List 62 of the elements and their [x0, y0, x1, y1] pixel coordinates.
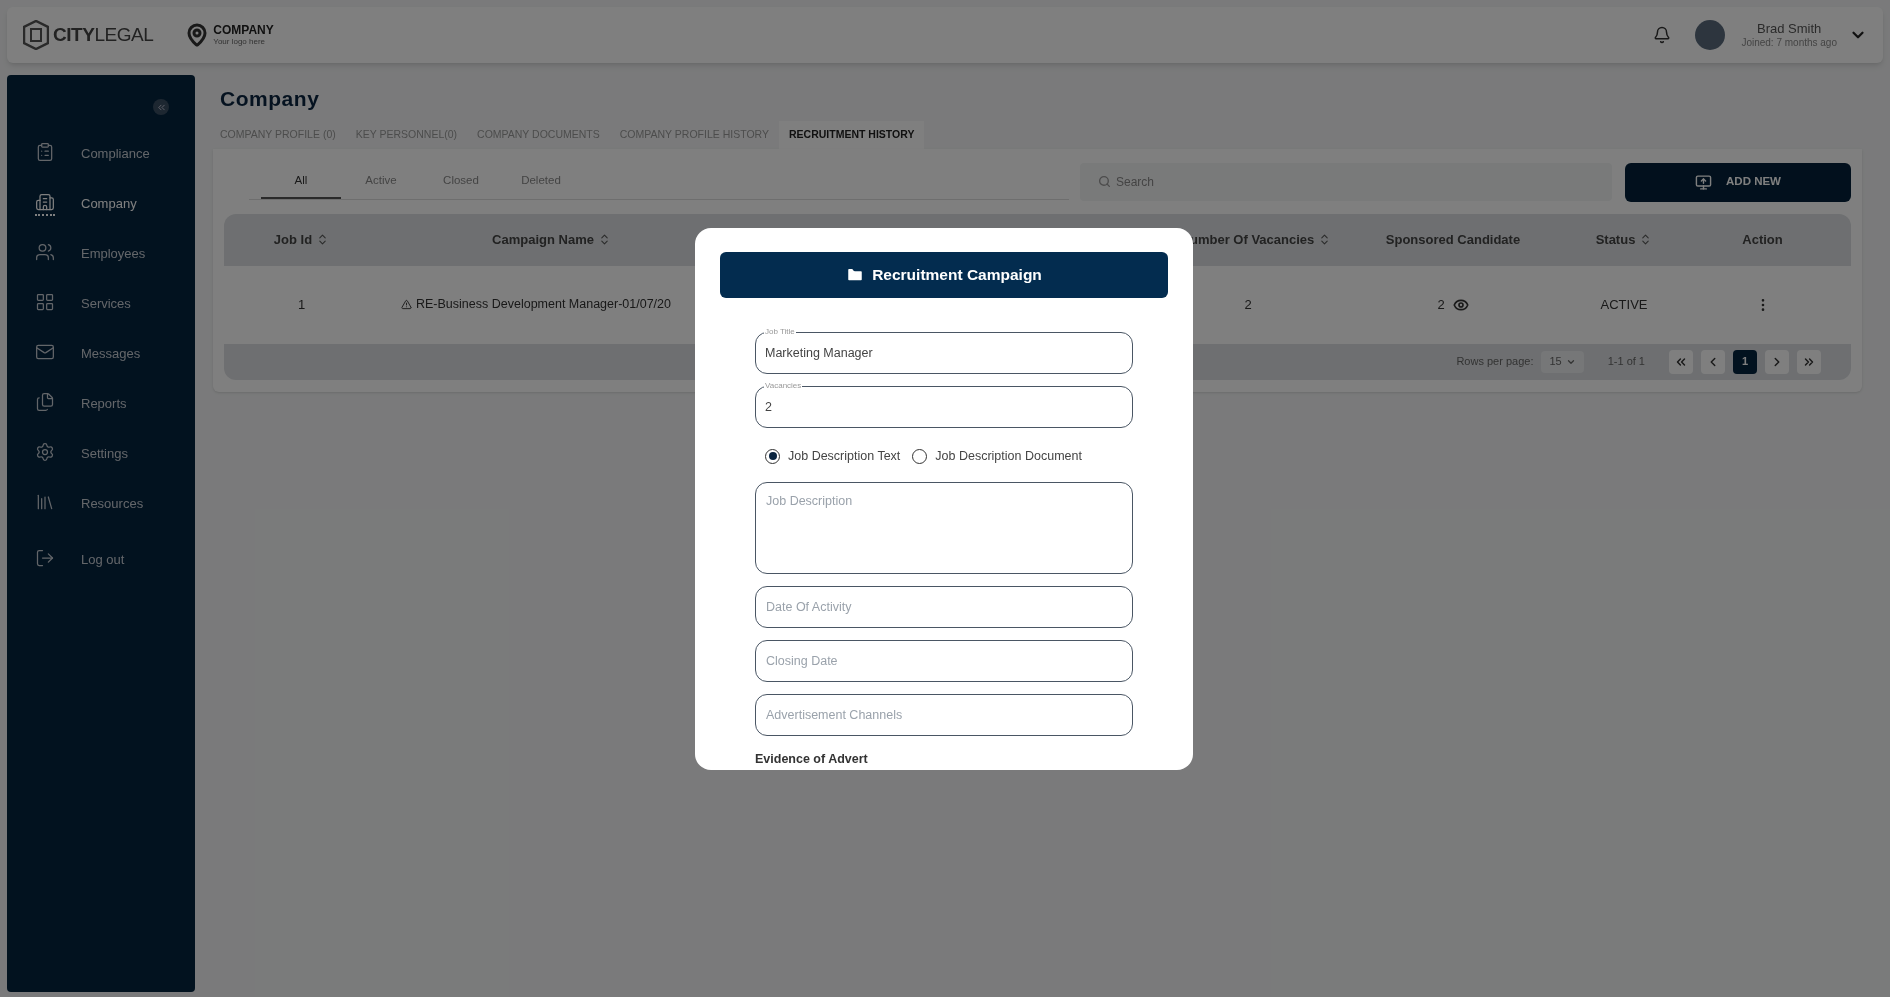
user-name: Brad Smith [1757, 20, 1822, 37]
monitor-icon [1695, 173, 1712, 191]
sidebar-item[interactable]: Messages [7, 329, 195, 379]
first-page-button[interactable] [1669, 349, 1693, 374]
files-icon [35, 392, 55, 412]
job-id-cell-text: 1 [297, 295, 306, 314]
dialog-title: Recruitment Campaign [872, 265, 1042, 286]
sidebar-item[interactable]: Compliance [7, 129, 195, 179]
filter-tab[interactable]: Closed [421, 164, 501, 199]
radio-option[interactable]: Job Description Text [765, 446, 901, 466]
campaign-name-cell-text: RE-Business Development Manager-01/07/20 [416, 296, 671, 314]
users-icon [35, 242, 55, 262]
app-logo-text: CITYLEGAL [53, 22, 154, 47]
filter-tab[interactable]: Deleted [501, 164, 581, 199]
page-button[interactable]: 1 [1733, 349, 1757, 374]
text-field[interactable]: Closing Date [755, 640, 1133, 682]
clipboard-icon [35, 142, 55, 162]
company-logo-tagline: Your logo here [213, 38, 267, 46]
library-icon [35, 492, 55, 512]
sidebar-item[interactable]: Company [7, 179, 195, 229]
settings-icon [35, 442, 55, 462]
section-label: Evidence of Advert [755, 751, 869, 768]
sidebar-item[interactable]: Settings [7, 429, 195, 479]
rows-per-page-label: Rows per page: [1456, 354, 1534, 370]
add-new-button[interactable]: ADD NEW [1625, 162, 1851, 202]
shield-logo-icon [23, 20, 49, 50]
company-logo-name: COMPANY [213, 24, 274, 36]
collapse-button[interactable] [153, 99, 169, 115]
status-cell-text: ACTIVE [1600, 295, 1648, 314]
page-title: Company [219, 86, 321, 112]
description-field[interactable]: Job Description [755, 482, 1133, 574]
filter-tab[interactable]: All [261, 164, 341, 199]
radio-option[interactable]: Job Description Document [912, 446, 1082, 466]
mail-icon [35, 342, 55, 362]
filter-tab[interactable]: Active [341, 164, 421, 199]
sponsored-cell-text: 2 [1437, 295, 1445, 314]
column-header[interactable]: Campaign Name [492, 229, 594, 250]
tab[interactable]: RECRUITMENT HISTORY [778, 120, 925, 149]
next-page-button[interactable] [1765, 349, 1789, 374]
last-page-button[interactable] [1797, 349, 1821, 374]
building-icon [35, 192, 55, 212]
grid-icon [35, 292, 55, 312]
logout-icon [35, 548, 55, 568]
vacancies-cell-text: 2 [1244, 295, 1252, 314]
column-header[interactable]: Sponsored Candidate [1385, 229, 1521, 250]
sidebar-item[interactable]: Reports [7, 379, 195, 429]
column-header[interactable]: Job Id [273, 229, 313, 250]
previous-page-button[interactable] [1701, 349, 1725, 374]
sidebar-item[interactable]: Log out [7, 535, 195, 585]
sidebar-item[interactable]: Services [7, 279, 195, 329]
notification-icon[interactable] [1653, 26, 1672, 44]
user-avatar[interactable] [1695, 20, 1726, 50]
column-header[interactable]: Status [1595, 229, 1636, 250]
warning-icon [401, 299, 412, 310]
sidebar-item[interactable]: Employees [7, 229, 195, 279]
text-field[interactable]: Date Of Activity [755, 586, 1133, 628]
column-header[interactable]: Action [1742, 229, 1783, 250]
text-field[interactable]: Advertisement Channels [755, 694, 1133, 736]
rows-per-page-select[interactable]: 15 [1541, 350, 1584, 373]
sidebar-item[interactable]: Resources [7, 479, 195, 529]
column-header[interactable]: umber Of Vacancies [1190, 229, 1315, 250]
search-icon [1098, 175, 1111, 188]
